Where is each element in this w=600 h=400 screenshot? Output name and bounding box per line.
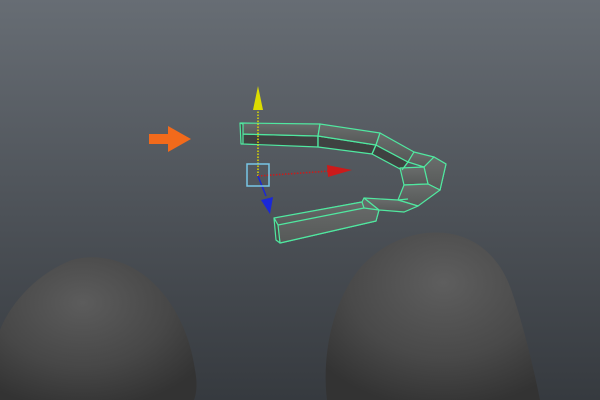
tube-face-bottom-1 [399,166,429,186]
3d-viewport[interactable] [0,0,600,400]
tube-end-cap-top [239,122,244,145]
tube-face-top-1 [240,122,321,137]
viewport-canvas[interactable] [0,0,600,400]
